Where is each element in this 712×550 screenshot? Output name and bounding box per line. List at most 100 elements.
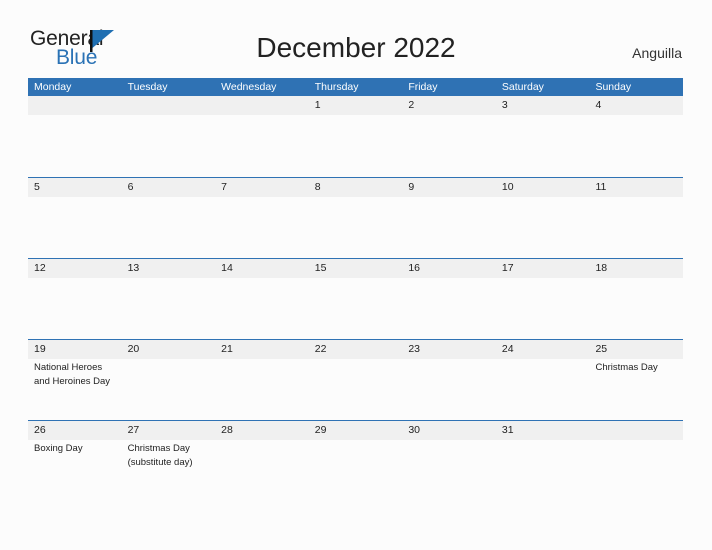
calendar-day-cell[interactable]: 27 Christmas Day (substitute day) [122,421,216,501]
day-number: 17 [501,262,514,274]
calendar-day-cell[interactable]: 1 [309,96,403,177]
day-number: 13 [127,262,140,274]
day-number: 4 [595,99,602,111]
day-events [408,359,496,361]
day-number: 29 [314,424,327,436]
calendar-grid: Monday Tuesday Wednesday Thursday Friday… [28,78,683,501]
calendar-day-cell[interactable]: 5 [28,178,122,258]
day-events [128,197,216,199]
calendar-day-cell[interactable]: 3 [496,96,590,177]
day-events [408,278,496,280]
day-events [595,278,683,280]
calendar-day-cell[interactable]: 20 [122,340,216,420]
day-events [221,197,309,199]
weekday-thursday: Thursday [314,81,359,93]
calendar-day-cell[interactable]: 21 [215,340,309,420]
calendar-week-row: 26 Boxing Day 27 Christmas Day (substitute … [28,420,683,501]
day-events [408,115,496,117]
day-events [502,359,590,361]
day-events [34,115,122,117]
day-number: 10 [501,181,514,193]
day-events [408,440,496,442]
calendar-weeks: 1 2 3 4 5 6 7 8 9 10 11 12 13 14 15 16 17 18 19 National He… [28,96,683,501]
page-title: December 2022 [256,32,456,63]
day-number: 8 [314,181,321,193]
calendar-week-row: 1 2 3 4 [28,96,683,177]
day-number: 14 [221,262,233,274]
calendar-day-cell[interactable]: 30 [402,421,496,501]
calendar-day-cell[interactable]: 10 [496,178,590,258]
calendar-day-cell[interactable]: 14 [215,259,309,339]
calendar-day-cell[interactable]: 15 [309,259,403,339]
calendar-day-cell-empty [122,96,216,177]
calendar-day-cell[interactable]: 19 National Heroes and Heroines Day [28,340,122,420]
day-events [502,115,590,117]
calendar-day-cell[interactable]: 4 [589,96,683,177]
calendar-day-cell[interactable]: 18 [589,259,683,339]
weekday-wednesday: Wednesday [221,81,277,93]
holiday-label: National Heroes and Heroines Day [34,362,111,387]
day-number: 1 [314,99,321,111]
calendar-day-cell[interactable]: 22 [309,340,403,420]
day-events [502,440,590,442]
day-events [595,115,683,117]
weekday-monday: Monday [34,81,72,93]
day-events [128,359,216,361]
day-events [221,278,309,280]
day-events [34,278,122,280]
day-number: 19 [34,343,46,355]
calendar-day-cell[interactable]: 13 [122,259,216,339]
day-number [221,96,309,115]
calendar-week-row: 5 6 7 8 9 10 11 [28,177,683,258]
day-number: 26 [34,424,46,436]
day-number: 30 [408,424,420,436]
day-number: 7 [221,181,227,193]
calendar-day-cell[interactable]: 12 [28,259,122,339]
page-header: General Blue December 2022 Anguilla [0,0,712,78]
calendar-day-cell[interactable]: 7 [215,178,309,258]
day-events [315,278,403,280]
calendar-day-cell[interactable]: 6 [122,178,216,258]
day-number [34,96,122,115]
calendar-day-cell[interactable]: 11 [589,178,683,258]
calendar-week-row: 12 13 14 15 16 17 18 [28,258,683,339]
day-number: 11 [595,181,607,193]
day-number: 16 [408,262,420,274]
day-number: 9 [408,181,415,193]
day-events [221,440,309,442]
day-number: 24 [501,343,514,355]
weekday-tuesday: Tuesday [127,81,168,93]
calendar-page: General Blue December 2022 Anguilla Mond… [0,0,712,550]
day-events [408,197,496,199]
day-number [595,421,683,440]
day-events [595,440,683,442]
calendar-day-cell[interactable]: 16 [402,259,496,339]
calendar-day-cell[interactable]: 31 [496,421,590,501]
day-events [315,359,403,361]
day-number: 21 [221,343,233,355]
day-events: Christmas Day [595,359,683,375]
calendar-day-cell[interactable]: 23 [402,340,496,420]
day-events: National Heroes and Heroines Day [34,359,122,388]
day-events [221,115,309,117]
calendar-day-cell[interactable]: 25 Christmas Day [589,340,683,420]
weekday-sunday: Sunday [595,81,632,93]
day-events [221,359,309,361]
day-events [502,278,590,280]
day-events: Boxing Day [34,440,122,456]
day-number: 12 [34,262,46,274]
calendar-day-cell[interactable]: 8 [309,178,403,258]
day-number: 20 [127,343,140,355]
calendar-day-cell[interactable]: 29 [309,421,403,501]
day-number: 27 [127,424,140,436]
day-events [34,197,122,199]
calendar-day-cell[interactable]: 17 [496,259,590,339]
country-label: Anguilla [632,45,682,61]
calendar-day-cell[interactable]: 28 [215,421,309,501]
calendar-day-cell[interactable]: 24 [496,340,590,420]
calendar-day-cell[interactable]: 9 [402,178,496,258]
calendar-day-cell[interactable]: 2 [402,96,496,177]
day-number: 5 [34,181,40,193]
calendar-day-cell[interactable]: 26 Boxing Day [28,421,122,501]
day-number [128,96,216,115]
